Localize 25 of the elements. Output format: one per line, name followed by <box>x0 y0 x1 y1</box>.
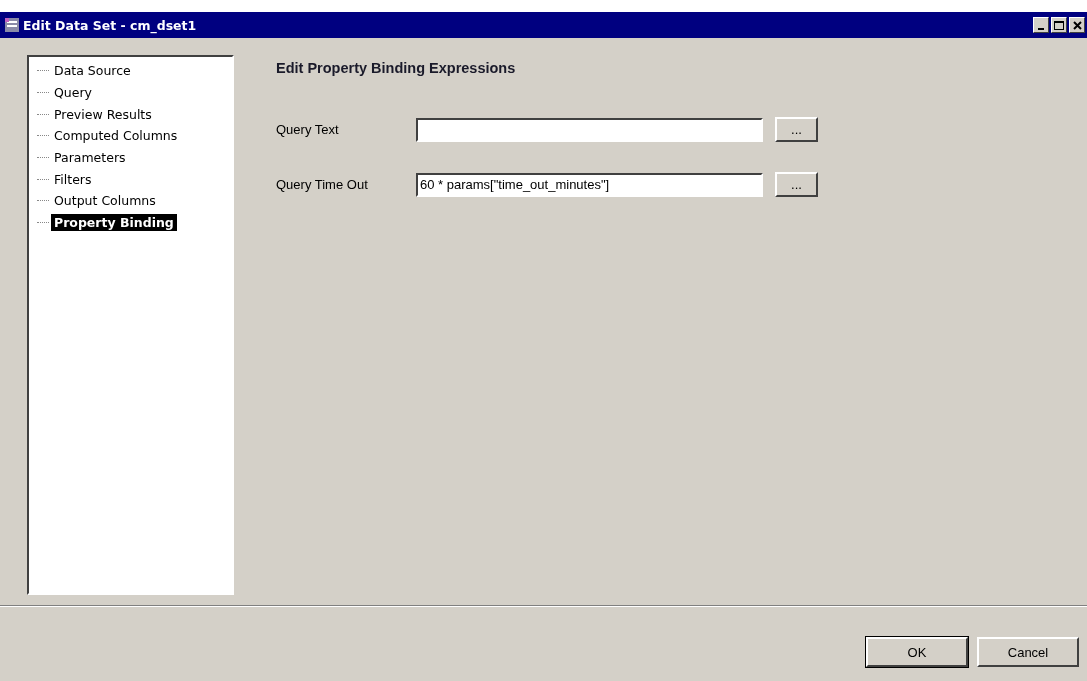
minimize-icon <box>1038 27 1044 30</box>
expression-field[interactable] <box>416 117 763 142</box>
tree-item[interactable]: Parameters <box>51 149 129 167</box>
close-icon <box>1072 20 1082 30</box>
tree-item[interactable]: Output Columns <box>51 192 159 210</box>
minimize-button[interactable] <box>1033 17 1049 33</box>
cancel-button[interactable]: Cancel <box>977 637 1079 667</box>
tree-item[interactable]: Computed Columns <box>51 127 181 145</box>
maximize-button[interactable] <box>1051 17 1067 33</box>
field-label: Query Time Out <box>276 177 369 192</box>
tree-item[interactable]: Preview Results <box>51 105 155 123</box>
close-button[interactable] <box>1069 17 1085 33</box>
tree-item[interactable]: Filters <box>51 170 95 188</box>
field-label: Query Text <box>276 122 340 137</box>
tree-item[interactable]: Query <box>51 84 95 102</box>
app-icon <box>4 17 20 33</box>
section-heading: Edit Property Binding Expressions <box>276 60 517 78</box>
expression-field[interactable]: 60 * params["time_out_minutes"] <box>416 172 763 197</box>
browse-button[interactable]: ... <box>775 172 818 197</box>
browse-button[interactable]: ... <box>775 117 818 142</box>
maximize-icon <box>1054 20 1064 30</box>
window-title: Edit Data Set - cm_dset1 <box>23 17 198 33</box>
tree-item[interactable]: Data Source <box>51 62 134 80</box>
tree-item[interactable]: Property Binding <box>51 214 177 232</box>
ok-button[interactable]: OK <box>866 637 968 667</box>
